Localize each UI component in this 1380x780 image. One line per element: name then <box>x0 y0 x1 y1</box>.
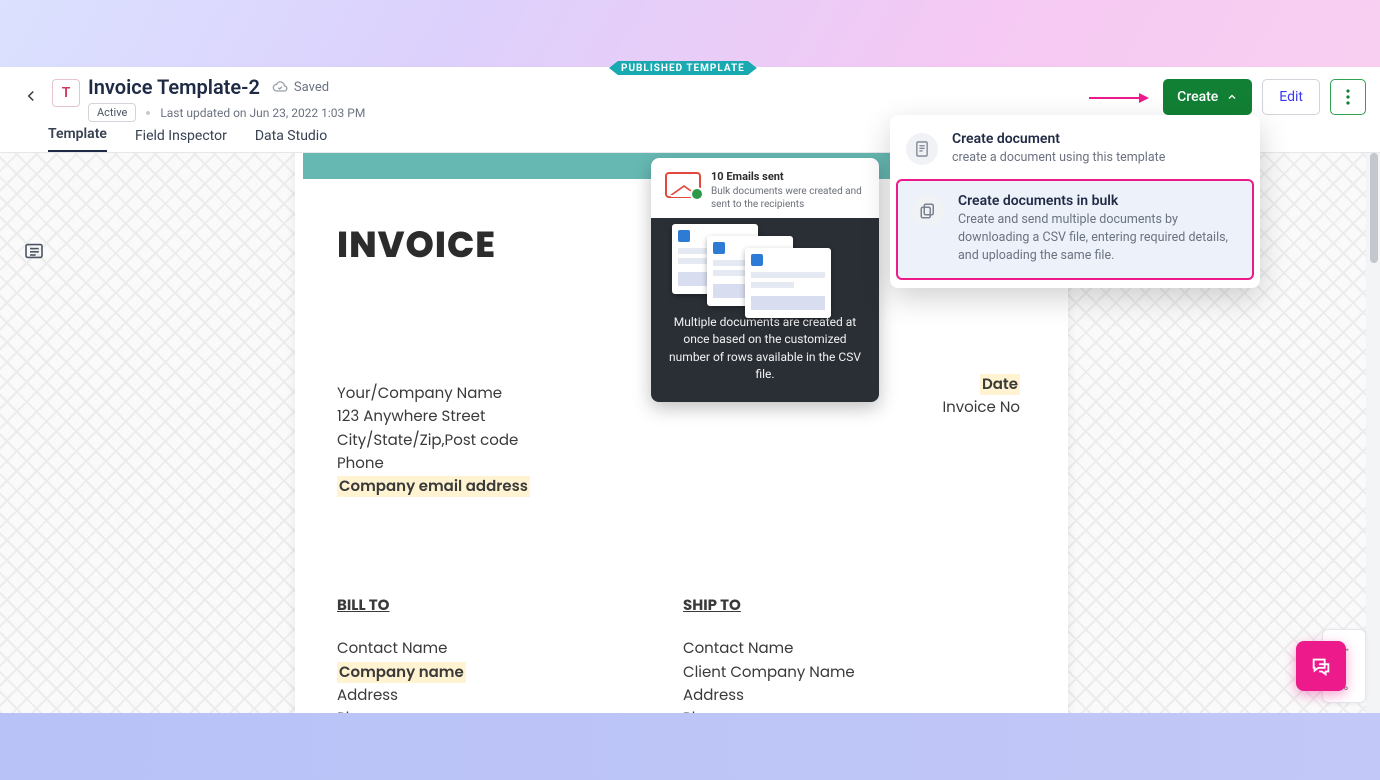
edit-button[interactable]: Edit <box>1262 79 1320 115</box>
bill-to-heading: BILL TO <box>337 594 683 617</box>
menu-create-document[interactable]: Create document create a document using … <box>890 121 1260 177</box>
bill-address: Address <box>337 684 683 707</box>
chat-fab[interactable] <box>1296 641 1346 691</box>
template-badge: T <box>52 79 80 107</box>
create-button[interactable]: Create <box>1163 79 1252 115</box>
from-phone: Phone <box>337 452 1026 475</box>
app-header: T Invoice Template-2 Saved Active Last u… <box>0 67 1380 121</box>
from-street: 123 Anywhere Street <box>337 405 1026 428</box>
create-button-label: Create <box>1177 89 1218 105</box>
from-email-field[interactable]: Company email address <box>337 476 530 497</box>
meta-separator <box>146 111 150 115</box>
menu-create-bulk[interactable]: Create documents in bulk Create and send… <box>896 179 1254 279</box>
menu-create-document-title: Create document <box>952 131 1165 147</box>
bill-contact: Contact Name <box>337 637 683 660</box>
ship-company: Client Company Name <box>683 661 1026 684</box>
saved-indicator: Saved <box>272 79 329 95</box>
arrow-left-icon <box>22 87 40 105</box>
ship-contact: Contact Name <box>683 637 1026 660</box>
more-vertical-icon <box>1346 89 1350 105</box>
bulk-info-tooltip: 10 Emails sent Bulk documents were creat… <box>651 158 879 402</box>
ship-to-heading: SHIP TO <box>683 594 1026 617</box>
tab-template[interactable]: Template <box>48 126 107 152</box>
tab-data-studio[interactable]: Data Studio <box>255 128 327 152</box>
document-icon <box>906 133 938 165</box>
ship-address: Address <box>683 684 1026 707</box>
menu-create-bulk-title: Create documents in bulk <box>958 193 1238 209</box>
annotation-arrow <box>1089 92 1149 102</box>
chat-icon <box>1310 655 1332 677</box>
edit-button-label: Edit <box>1279 89 1303 105</box>
create-dropdown: Create document create a document using … <box>890 115 1260 288</box>
menu-create-bulk-desc: Create and send multiple documents by do… <box>958 211 1238 265</box>
documents-stack-icon <box>912 195 944 227</box>
tooltip-thumbnails <box>651 218 879 308</box>
page-title: Invoice Template-2 <box>88 75 260 99</box>
date-field[interactable]: Date <box>980 374 1020 395</box>
from-csz: City/State/Zip,Post code <box>337 429 1026 452</box>
page-bottom-strip <box>0 713 1380 780</box>
chevron-up-icon <box>1226 91 1238 103</box>
scrollbar-thumb[interactable] <box>1370 153 1378 263</box>
vertical-scrollbar[interactable] <box>1366 153 1380 713</box>
menu-create-document-desc: create a document using this template <box>952 149 1165 167</box>
bill-company-field[interactable]: Company name <box>337 662 466 683</box>
back-button[interactable] <box>14 79 48 113</box>
tab-field-inspector[interactable]: Field Inspector <box>135 128 227 152</box>
cloud-check-icon <box>272 79 288 95</box>
outline-toggle[interactable] <box>18 235 50 267</box>
invoice-meta-block: Date Invoice No <box>942 373 1020 420</box>
tooltip-emails-desc: Bulk documents were created and sent to … <box>711 186 862 211</box>
tooltip-caption: Multiple documents are created at once b… <box>651 308 879 394</box>
saved-label: Saved <box>294 80 329 95</box>
invoice-no-label: Invoice No <box>942 396 1020 419</box>
envelope-icon <box>665 172 701 198</box>
status-chip: Active <box>88 103 136 122</box>
more-actions-button[interactable] <box>1330 79 1366 115</box>
last-updated-text: Last updated on Jun 23, 2022 1:03 PM <box>160 106 365 120</box>
tooltip-emails-title: 10 Emails sent <box>711 170 784 183</box>
list-icon <box>24 243 44 259</box>
